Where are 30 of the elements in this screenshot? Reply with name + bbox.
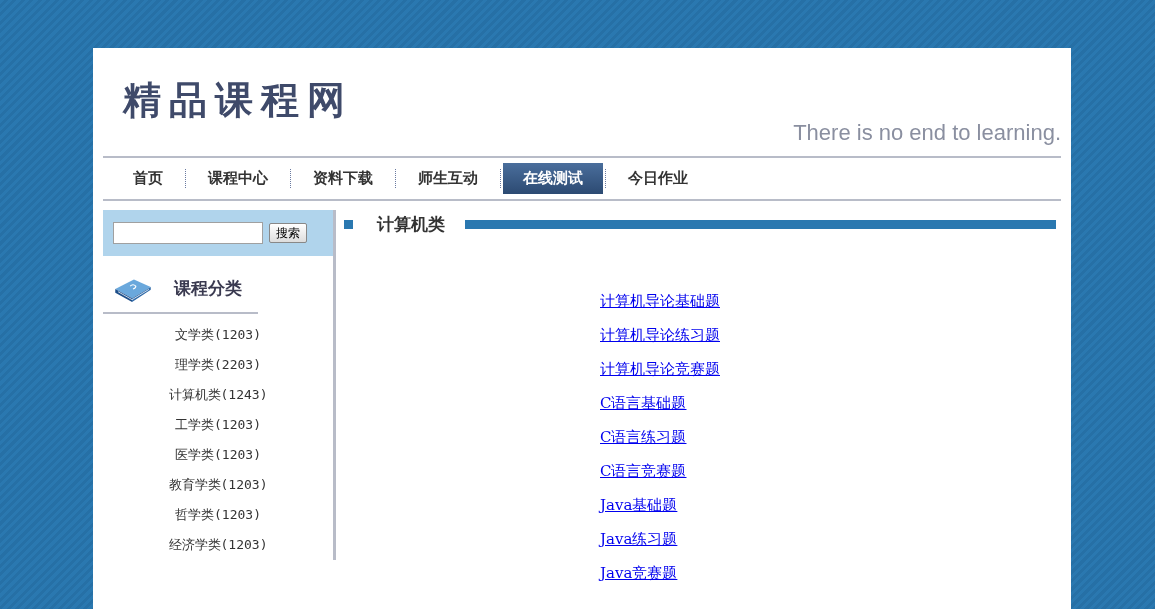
nav-tab[interactable]: 师生互动 [398,163,498,194]
nav-tab[interactable]: 课程中心 [188,163,288,194]
section-title: 计算机类 [377,213,445,236]
quiz-link[interactable]: C语言竞赛题 [600,454,687,488]
nav-tab[interactable]: 首页 [113,163,183,194]
search-field[interactable] [113,222,263,244]
quiz-link[interactable]: Java基础题 [600,488,678,522]
quiz-link[interactable]: C语言基础题 [600,386,687,420]
quiz-link[interactable]: C语言练习题 [600,420,687,454]
quiz-link[interactable]: 计算机导论练习题 [600,318,720,352]
quiz-link[interactable]: Java竞赛题 [600,556,678,590]
square-bullet-icon [344,220,353,229]
category-link[interactable]: 经济学类(1203) [168,530,268,560]
category-link[interactable]: 教育学类(1203) [168,470,268,500]
site-logo: 精品课程网 [123,76,354,124]
tagline: There is no end to learning. [793,120,1061,146]
category-link[interactable]: 哲学类(1203) [175,500,261,530]
category-link[interactable]: 医学类(1203) [175,440,261,470]
nav-tab[interactable]: 资料下载 [293,163,393,194]
category-link[interactable]: 工学类(1203) [175,410,261,440]
quiz-link[interactable]: Java练习题 [600,522,678,556]
quiz-link[interactable]: 计算机导论基础题 [600,284,720,318]
category-heading: 课程分类 [174,276,242,300]
search-button[interactable]: 搜索 [269,223,307,243]
category-link[interactable]: 文学类(1203) [175,320,261,350]
category-link[interactable]: 计算机类(1243) [168,380,268,410]
nav-tab[interactable]: 今日作业 [608,163,708,194]
quiz-link[interactable]: 计算机导论竞赛题 [600,352,720,386]
category-link[interactable]: 理学类(2203) [175,350,261,380]
nav-tab[interactable]: 在线测试 [503,163,603,194]
